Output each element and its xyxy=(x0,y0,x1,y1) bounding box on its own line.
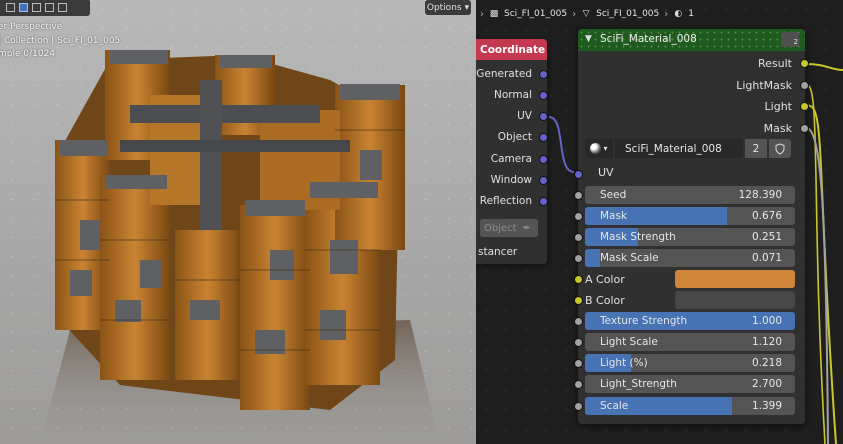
light-scale-socket-icon[interactable] xyxy=(574,338,583,347)
seed-field[interactable]: Seed 128.390 xyxy=(585,186,795,204)
lightmask-link xyxy=(805,84,826,444)
mask-scale-slider-fill xyxy=(585,249,600,267)
group-node-header[interactable]: ▼ SciFi_Material_008 2 xyxy=(578,29,805,51)
output-reflection[interactable]: Reflection xyxy=(480,195,548,207)
output-object[interactable]: Object xyxy=(498,131,548,143)
viewport-header: Options ▾ xyxy=(0,0,476,16)
output-normal[interactable]: Normal xyxy=(494,89,548,101)
chevron-down-icon: ▾ xyxy=(603,144,608,153)
options-button[interactable]: Options ▾ xyxy=(425,0,471,15)
light-strength-socket-icon[interactable] xyxy=(574,380,583,389)
object-field-placeholder: Object xyxy=(484,222,517,234)
result-link xyxy=(805,63,843,71)
rendered-scifi-building xyxy=(40,50,440,444)
node-group-browse[interactable]: ▾ xyxy=(585,139,613,158)
output-camera[interactable]: Camera xyxy=(491,153,548,165)
node-group-users: 2 xyxy=(793,38,798,46)
a-color-input: A Color xyxy=(585,270,795,288)
uv-link xyxy=(548,116,575,173)
shader-node-editor[interactable]: › ▩ Sci_FI_01_005 › ▽ Sci_FI_01_005 › ◐ … xyxy=(476,0,843,444)
output-result[interactable]: Result xyxy=(758,57,809,70)
mask-scale-socket-icon[interactable] xyxy=(574,254,583,263)
light-percent-socket-icon[interactable] xyxy=(574,359,583,368)
a-color-socket-icon[interactable] xyxy=(574,275,583,284)
collapse-arrow-icon[interactable]: ▼ xyxy=(585,34,592,44)
mask-strength-socket-icon[interactable] xyxy=(574,233,583,242)
eyedropper-icon[interactable]: ✒ xyxy=(523,223,531,234)
vector-socket-icon[interactable] xyxy=(539,154,548,164)
light-strength-field[interactable]: Light_Strength 2.700 xyxy=(585,375,795,393)
from-instancer-label: stancer xyxy=(478,246,518,258)
vector-socket-icon[interactable] xyxy=(539,69,548,79)
light-link xyxy=(805,104,837,444)
building-towers xyxy=(55,50,405,410)
select-box-icon[interactable] xyxy=(19,3,28,12)
group-node[interactable]: ▼ SciFi_Material_008 2 Result Light Mask … xyxy=(574,29,809,424)
texture-coordinate-header[interactable]: Coordinate xyxy=(476,39,547,60)
texture-strength-slider[interactable]: Texture Strength 1.000 xyxy=(585,312,795,330)
node-group-icon[interactable]: 2 xyxy=(781,32,799,47)
sample-count-text: mple 0/1024 xyxy=(0,49,56,59)
float-socket-icon[interactable] xyxy=(800,124,809,133)
vector-socket-icon[interactable] xyxy=(539,132,548,142)
output-generated[interactable]: Generated xyxy=(476,68,548,80)
texture-coordinate-title: Coordinate xyxy=(480,43,546,56)
color-socket-icon[interactable] xyxy=(800,59,809,68)
a-color-swatch[interactable] xyxy=(675,270,795,288)
group-node-title: SciFi_Material_008 xyxy=(600,33,697,45)
uv-input-socket-icon[interactable] xyxy=(574,170,583,179)
mask-socket-icon[interactable] xyxy=(574,212,583,221)
mask-slider[interactable]: Mask 0.676 xyxy=(585,207,795,225)
options-label: Options xyxy=(426,2,462,13)
light-scale-field[interactable]: Light Scale 1.120 xyxy=(585,333,795,351)
mask-scale-slider[interactable]: Mask Scale 0.071 xyxy=(585,249,795,267)
object-field[interactable]: Object ✒ xyxy=(480,219,538,237)
output-window[interactable]: Window xyxy=(491,174,548,186)
node-group-datablock[interactable]: ▾ SciFi_Material_008 2 xyxy=(585,139,800,158)
uv-input-label: UV xyxy=(598,166,614,179)
viewport-info-overlay: er Perspective | Collection | Sci_FI_01_… xyxy=(0,21,120,62)
select-mode-icon[interactable] xyxy=(6,3,15,12)
shield-icon xyxy=(775,142,785,155)
seed-socket-icon[interactable] xyxy=(574,191,583,200)
mask-strength-slider[interactable]: Mask Strength 0.251 xyxy=(585,228,795,246)
view-perspective-text: er Perspective xyxy=(0,22,63,32)
light-percent-slider[interactable]: Light (%) 0.218 xyxy=(585,354,795,372)
vector-socket-icon[interactable] xyxy=(539,175,548,185)
output-uv[interactable]: UV xyxy=(517,110,548,122)
vector-socket-icon[interactable] xyxy=(539,111,548,121)
scale-slider[interactable]: Scale 1.399 xyxy=(585,397,795,415)
vector-socket-icon[interactable] xyxy=(539,90,548,100)
select-mode-buttons[interactable] xyxy=(0,0,90,16)
select-subtract-icon[interactable] xyxy=(45,3,54,12)
node-group-name-field[interactable]: SciFi_Material_008 xyxy=(615,139,743,158)
node-group-user-count[interactable]: 2 xyxy=(745,139,767,158)
material-ball-icon xyxy=(590,143,602,154)
scale-socket-icon[interactable] xyxy=(574,402,583,411)
3d-viewport[interactable]: Options ▾ er Perspective | Collection | … xyxy=(0,0,476,444)
vector-socket-icon[interactable] xyxy=(539,196,548,206)
output-light[interactable]: Light xyxy=(765,100,809,113)
float-socket-icon[interactable] xyxy=(800,81,809,90)
fake-user-button[interactable] xyxy=(769,139,791,158)
mask-link xyxy=(805,127,829,444)
b-color-input: B Color xyxy=(585,291,795,309)
chevron-down-icon: ▾ xyxy=(464,2,470,13)
b-color-swatch[interactable] xyxy=(675,291,795,309)
output-mask[interactable]: Mask xyxy=(764,122,809,135)
texture-strength-socket-icon[interactable] xyxy=(574,317,583,326)
output-lightmask[interactable]: LightMask xyxy=(736,79,809,92)
select-extend-icon[interactable] xyxy=(32,3,41,12)
color-socket-icon[interactable] xyxy=(800,102,809,111)
collection-text: | Collection | Sci_FI_01_005 xyxy=(0,35,121,46)
select-invert-icon[interactable] xyxy=(58,3,67,12)
b-color-socket-icon[interactable] xyxy=(574,296,583,305)
